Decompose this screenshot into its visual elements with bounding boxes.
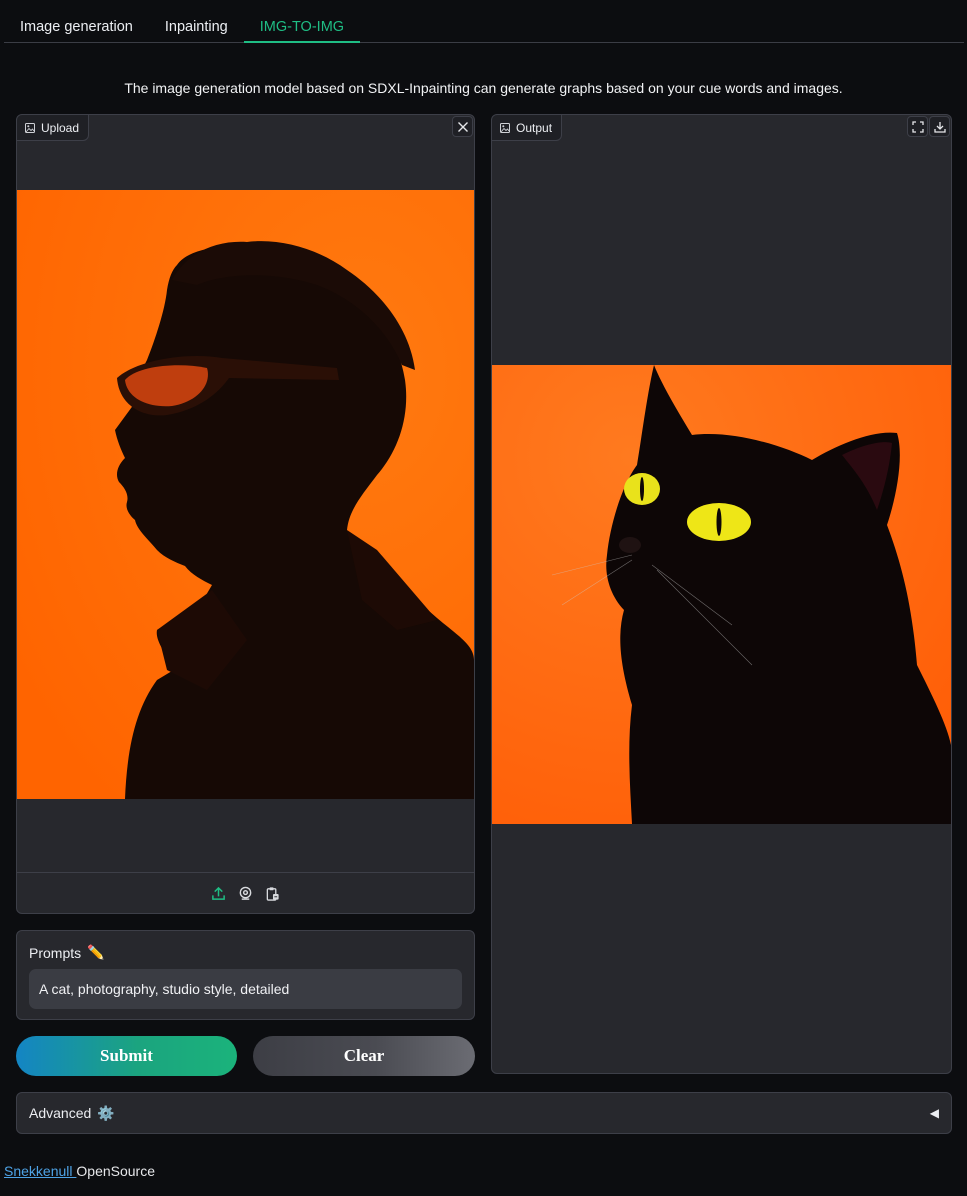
advanced-label: Advanced ⚙️: [29, 1105, 115, 1122]
download-icon: [933, 121, 946, 133]
fullscreen-button[interactable]: [907, 116, 928, 137]
output-label: Output: [516, 120, 553, 135]
webcam-icon[interactable]: [237, 885, 254, 902]
close-icon: [457, 121, 468, 132]
tab-inpainting[interactable]: Inpainting: [149, 10, 244, 42]
close-button[interactable]: [452, 116, 473, 137]
upload-label-chip: Upload: [17, 115, 90, 141]
advanced-accordion[interactable]: Advanced ⚙️ ◀: [16, 1092, 952, 1134]
generated-cat-image: [492, 365, 951, 824]
advanced-label-text: Advanced: [29, 1105, 92, 1121]
prompt-label: Prompts ✏️: [29, 944, 105, 961]
uploaded-image: [17, 190, 474, 799]
prompt-block: Prompts ✏️: [16, 930, 475, 1020]
fullscreen-icon: [911, 120, 924, 133]
image-icon: [25, 122, 35, 133]
submit-button[interactable]: Submit: [16, 1036, 237, 1076]
upload-icon[interactable]: [210, 885, 227, 902]
upload-image-panel[interactable]: Upload: [16, 114, 475, 914]
page-description: The image generation model based on SDXL…: [124, 80, 843, 96]
footer: Snekkenull OpenSource: [4, 1163, 155, 1179]
tab-img-to-img[interactable]: IMG-TO-IMG: [243, 10, 361, 43]
output-label-chip: Output: [492, 115, 563, 141]
tab-image-generation[interactable]: Image generation: [4, 10, 149, 42]
collapse-arrow-icon[interactable]: ◀: [930, 1106, 939, 1120]
upload-label: Upload: [41, 120, 80, 135]
output-image-panel: Output: [491, 114, 952, 1074]
prompt-label-text: Prompts: [29, 944, 82, 961]
footer-text: OpenSource: [76, 1163, 155, 1179]
snekkenull-link[interactable]: Snekkenull: [4, 1163, 76, 1179]
pencil-icon: ✏️: [87, 944, 105, 960]
image-icon: [500, 122, 510, 133]
prompt-input[interactable]: [29, 969, 462, 1009]
clipboard-icon[interactable]: [264, 885, 281, 902]
cat-image: [492, 365, 951, 824]
clear-button[interactable]: Clear: [253, 1036, 475, 1076]
gear-icon: ⚙️: [97, 1104, 115, 1121]
download-button[interactable]: [929, 116, 950, 137]
person-silhouette-image: [17, 190, 474, 799]
tab-bar: Image generation Inpainting IMG-TO-IMG: [4, 10, 964, 43]
upload-source-bar: [17, 872, 474, 913]
